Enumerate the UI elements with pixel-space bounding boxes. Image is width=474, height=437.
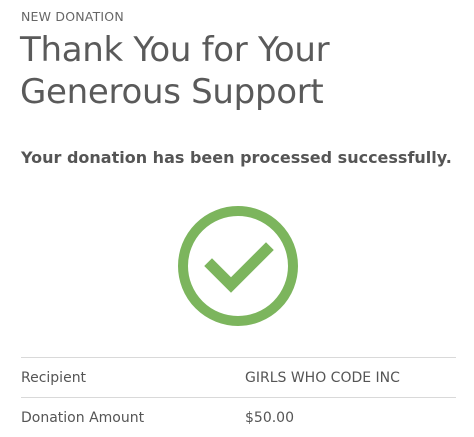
donation-details: Recipient GIRLS WHO CODE INC Donation Am…: [21, 357, 456, 437]
detail-row-recipient: Recipient GIRLS WHO CODE INC: [21, 357, 456, 397]
donation-amount-value: $50.00: [245, 410, 294, 426]
recipient-label: Recipient: [21, 370, 87, 386]
success-message: Your donation has been processed success…: [21, 148, 452, 167]
recipient-value: GIRLS WHO CODE INC: [245, 370, 400, 386]
section-eyebrow: NEW DONATION: [21, 9, 124, 24]
donation-amount-label: Donation Amount: [21, 410, 145, 426]
checkmark-circle-icon: [177, 205, 299, 327]
detail-row-donation-amount: Donation Amount $50.00: [21, 397, 456, 437]
page-title: Thank You for Your Generous Support: [20, 30, 330, 112]
